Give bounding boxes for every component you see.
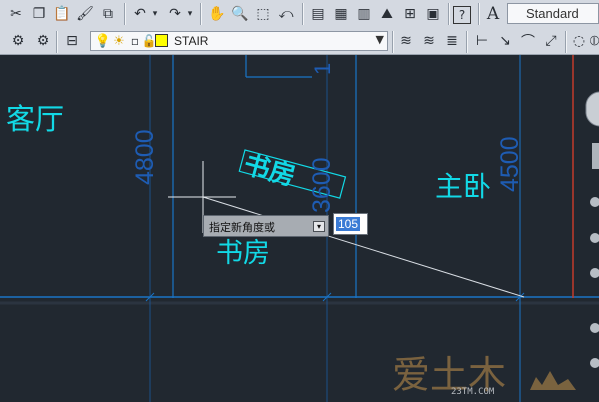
zoom-previous-icon[interactable]: ⤺ xyxy=(276,4,296,24)
zoom-window-icon[interactable]: ⬚ xyxy=(253,4,273,24)
room-label-study-rotated: 书房 xyxy=(240,150,298,192)
arc-length-icon[interactable]: ⌒ xyxy=(518,31,538,51)
dynamic-input-prompt: 指定新角度或 ▾ xyxy=(203,215,329,237)
color-swatch-icon xyxy=(155,34,168,47)
chevron-down-icon: ▼ xyxy=(375,33,384,46)
watermark-url: 23TM.COM xyxy=(451,387,495,397)
watermark: 爱土木 23TM.COM xyxy=(392,353,576,397)
redo-icon[interactable]: ↷ xyxy=(165,4,185,24)
dimension-text-4800: 4800 xyxy=(131,129,159,185)
redo-dropdown-icon[interactable]: ▾ xyxy=(185,4,195,24)
room-label-master-bedroom: 主卧 xyxy=(435,170,491,203)
toolbar-separator xyxy=(56,31,57,53)
ordinate-dimension-icon[interactable]: ⤢ xyxy=(541,31,561,51)
zoom-realtime-icon[interactable]: 🔍 xyxy=(230,4,250,24)
undo-dropdown-icon[interactable]: ▾ xyxy=(150,4,160,24)
dimension-text-3600: 3600 xyxy=(308,157,336,213)
design-center-icon[interactable]: ▦ xyxy=(331,4,351,24)
viewcube-icon[interactable] xyxy=(585,91,599,127)
navigation-bar[interactable] xyxy=(592,143,599,169)
text-style-dropdown[interactable]: Standard xyxy=(507,3,599,24)
pan-icon[interactable]: ✋ xyxy=(207,4,227,24)
options-dropdown-icon[interactable]: ▾ xyxy=(313,221,325,232)
nav-wheel-icon[interactable] xyxy=(590,358,599,368)
dimension-text-4500: 4500 xyxy=(496,136,524,192)
copy-icon[interactable]: ❐ xyxy=(29,4,49,24)
angle-input[interactable]: 105 xyxy=(333,213,368,235)
current-layer-name: STAIR xyxy=(174,34,209,48)
room-label-living: 客厅 xyxy=(6,102,64,136)
dimension-text-partial: 1 xyxy=(310,63,335,75)
room-label-study: 书房 xyxy=(216,238,270,269)
properties-icon[interactable]: ▤ xyxy=(308,4,328,24)
match-properties-icon[interactable]: 🖌 xyxy=(75,4,95,24)
layer-manager-icon[interactable]: ⊟ xyxy=(62,31,82,51)
angle-input-value: 105 xyxy=(336,217,361,231)
standard-toolbar: ✂ ❐ 📋 🖌 ⧉ ↶ ▾ ↷ ▾ ✋ 🔍 ⬚ ⤺ ▤ ▦ ▥ ⛰ ⊞ ▣ ? … xyxy=(0,0,599,29)
text-style-icon[interactable]: A xyxy=(483,4,503,24)
layers-toolbar: ⚙ ⚙ ⊟ 💡 ☀ ▫ 🔓 STAIR ▼ ≋ ≋ ≣ ⊢ ↘ ⌒ ⤢ ◌ ⦶ xyxy=(0,28,599,55)
radius-dimension-icon[interactable]: ◌ xyxy=(569,31,589,51)
layer-match-icon[interactable]: ≣ xyxy=(442,31,462,51)
tool-palettes-icon[interactable]: ▥ xyxy=(354,4,374,24)
toolbar-separator xyxy=(302,3,303,25)
nav-extents-icon[interactable] xyxy=(590,323,599,333)
toolbar-separator xyxy=(448,3,449,25)
markup-icon[interactable]: ⊞ xyxy=(400,4,420,24)
help-icon[interactable]: ? xyxy=(453,6,471,24)
cut-icon[interactable]: ✂ xyxy=(6,4,26,24)
layer-previous-icon[interactable]: ≋ xyxy=(396,31,416,51)
sheet-set-icon[interactable]: ⛰ xyxy=(377,4,397,24)
quickcalc-icon[interactable]: ▣ xyxy=(423,4,443,24)
settings-icon[interactable]: ⚙ xyxy=(33,31,53,51)
nav-orbit-icon[interactable] xyxy=(590,197,599,207)
toolbar-separator xyxy=(466,31,467,53)
skyline-logo-icon xyxy=(530,371,576,390)
gear-icon[interactable]: ⚙ xyxy=(8,31,28,51)
block-editor-icon[interactable]: ⧉ xyxy=(98,4,118,24)
layer-dropdown[interactable]: 💡 ☀ ▫ 🔓 STAIR ▼ xyxy=(90,31,388,51)
nav-pan-icon[interactable] xyxy=(590,268,599,278)
toolbar-separator xyxy=(565,31,566,53)
toolbar-separator xyxy=(200,3,201,25)
command-prompt-text: 指定新角度或 xyxy=(209,221,275,234)
aligned-dimension-icon[interactable]: ↘ xyxy=(495,31,515,51)
nav-zoom-icon[interactable] xyxy=(590,233,599,243)
toolbar-separator xyxy=(478,3,479,25)
undo-icon[interactable]: ↶ xyxy=(130,4,150,24)
toolbar-separator xyxy=(392,31,393,53)
toolbar-separator xyxy=(124,3,125,25)
paste-icon[interactable]: 📋 xyxy=(52,4,72,24)
diameter-dimension-icon[interactable]: ⦶ xyxy=(590,31,599,51)
layer-states-icon[interactable]: ≋ xyxy=(419,31,439,51)
text-style-value: Standard xyxy=(526,6,579,21)
linear-dimension-icon[interactable]: ⊢ xyxy=(472,31,492,51)
